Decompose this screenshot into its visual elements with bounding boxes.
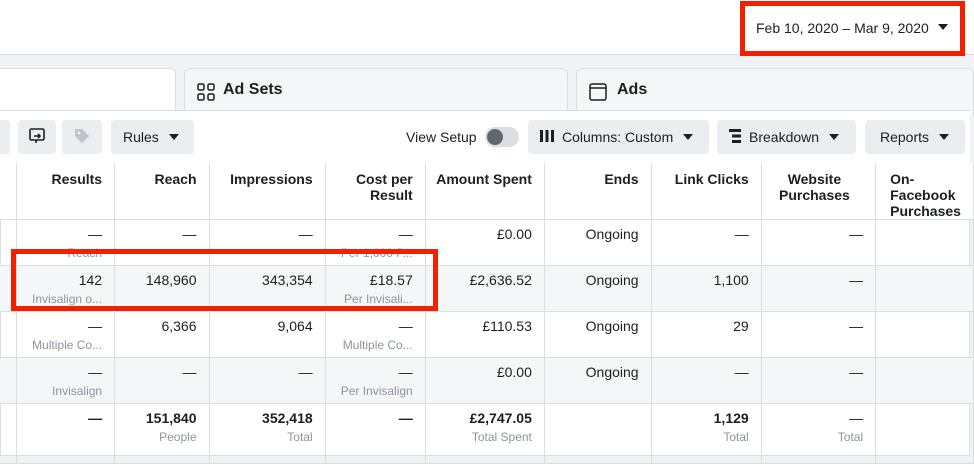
export-button[interactable] — [18, 120, 56, 154]
tag-button[interactable] — [62, 120, 102, 154]
tab-ad-sets[interactable]: Ad Sets — [184, 68, 568, 116]
breakdown-label: Breakdown — [749, 129, 820, 145]
chevron-down-icon — [938, 24, 948, 30]
columns-button[interactable]: Columns: Custom — [528, 120, 709, 154]
tab-ads[interactable]: Ads — [576, 68, 974, 116]
chevron-down-icon — [168, 134, 179, 140]
table-row[interactable]: — Invisalign — — — Per Invisalign £0.00 On… — [0, 357, 974, 404]
table-row[interactable]: — Reach — — — Per 1,000 P... £0.00 Ongoing… — [0, 219, 974, 266]
chevron-down-icon — [829, 134, 840, 140]
ads-table: Results Reach Impressions Cost per Resul… — [0, 163, 974, 464]
column-header-impressions[interactable]: Impressions — [209, 163, 326, 220]
export-icon — [28, 127, 46, 148]
toggle-knob — [487, 129, 503, 145]
tab-campaigns[interactable] — [0, 68, 176, 116]
column-header-ends[interactable]: Ends — [544, 163, 652, 220]
column-header[interactable] — [0, 163, 17, 220]
ads-icon — [589, 83, 607, 106]
breakdown-button[interactable]: Breakdown — [717, 120, 856, 154]
date-range-picker[interactable]: Feb 10, 2020 – Mar 9, 2020 — [746, 8, 958, 48]
tab-ad-sets-label: Ad Sets — [223, 81, 283, 98]
chevron-down-icon — [939, 134, 950, 140]
reports-button[interactable]: Reports — [865, 120, 965, 154]
column-header-results[interactable]: Results — [16, 163, 116, 220]
rules-button[interactable]: Rules — [111, 120, 194, 154]
view-setup-toggle[interactable] — [485, 127, 519, 147]
reports-label: Reports — [880, 129, 930, 145]
table-row[interactable]: — Multiple Co... 6,366 9,064 — Multiple Co… — [0, 311, 974, 358]
view-setup-label: View Setup — [406, 129, 477, 145]
table-header-row: Results Reach Impressions Cost per Resul… — [0, 163, 974, 220]
column-header-link-clicks[interactable]: Link Clicks — [651, 163, 762, 220]
column-header-on-facebook-purchases[interactable]: On-Facebook Purchases — [875, 163, 974, 220]
column-header-amount-spent[interactable]: Amount Spent — [425, 163, 545, 220]
tab-ads-label: Ads — [617, 81, 648, 98]
toolbar-hidden-button[interactable] — [0, 120, 10, 154]
breakdown-icon — [729, 128, 741, 146]
chevron-down-icon — [683, 134, 694, 140]
table-row[interactable]: 142 Invisalign o... 148,960 343,354 £18.5… — [0, 265, 974, 312]
column-header-cost-per-result[interactable]: Cost per Result — [325, 163, 426, 220]
column-header-reach[interactable]: Reach — [114, 163, 210, 220]
totals-row: — 151,840 People 352,418 Total — £2,747.05… — [0, 403, 974, 464]
columns-icon — [540, 129, 554, 145]
ad-sets-icon — [197, 83, 215, 106]
column-header-website-purchases[interactable]: Website Purchases — [761, 163, 877, 220]
date-range-label: Feb 10, 2020 – Mar 9, 2020 — [756, 20, 929, 36]
tag-icon — [73, 127, 91, 148]
columns-label: Columns: Custom — [562, 129, 674, 145]
rules-label: Rules — [123, 129, 159, 145]
